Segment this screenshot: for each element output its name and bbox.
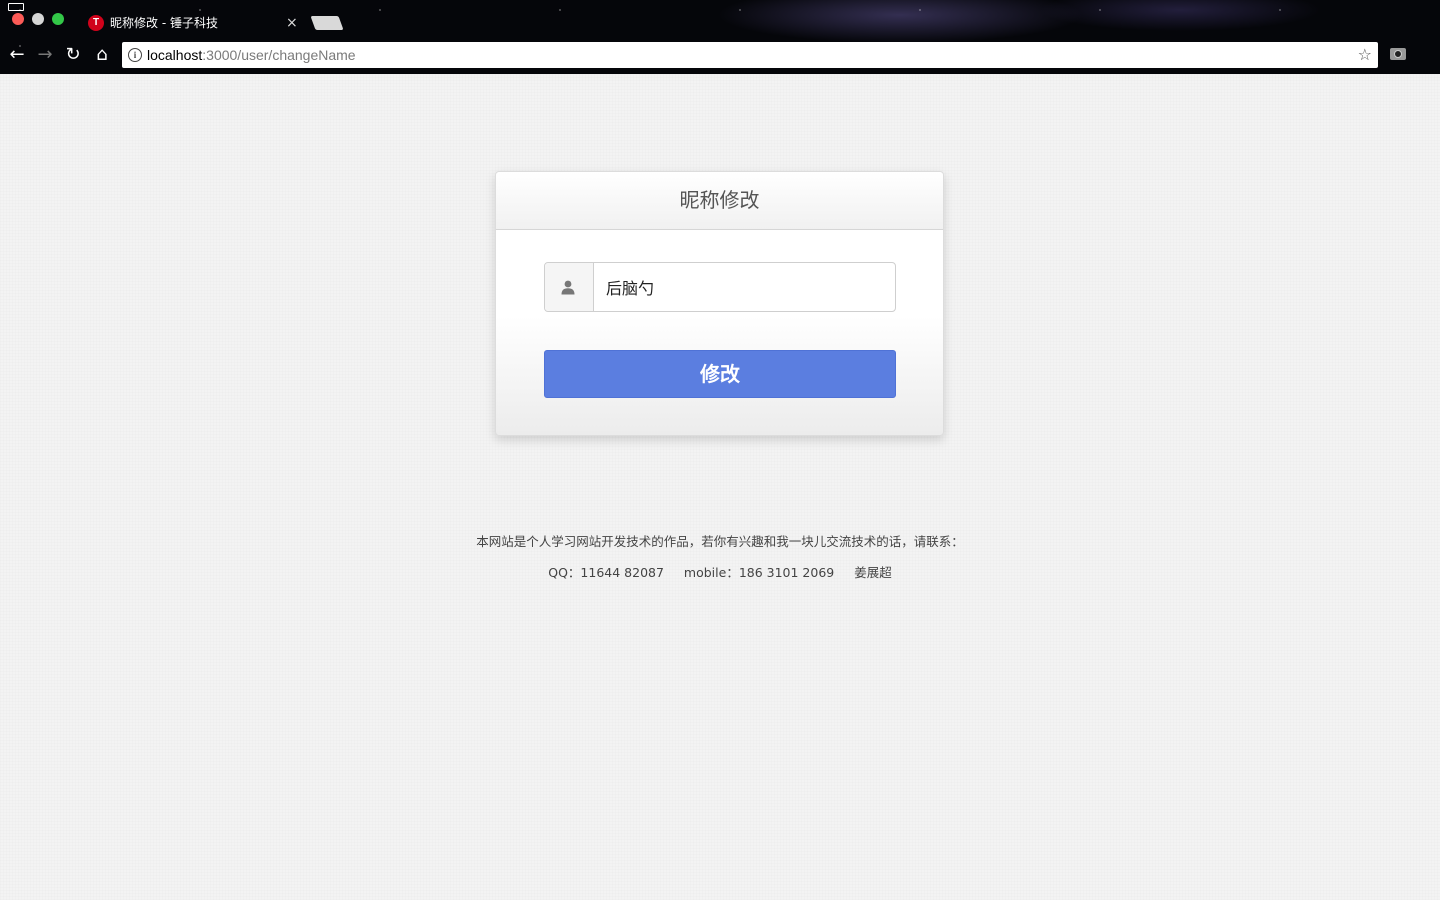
browser-toolbar: ← → ↻ ⌂ i localhost:3000/user/changeName… bbox=[0, 38, 1440, 72]
home-icon[interactable]: ⌂ bbox=[92, 44, 112, 66]
browser-tab[interactable]: T 昵称修改 - 锤子科技 × bbox=[78, 6, 310, 38]
maximize-window-button[interactable] bbox=[52, 13, 64, 25]
submit-button[interactable]: 修改 bbox=[544, 350, 896, 398]
page-content: 昵称修改 修改 本网站是个人学习网站开发技术的作品，若你有兴趣和我一块儿交流技术… bbox=[0, 74, 1440, 900]
footer-name: 姜展超 bbox=[854, 565, 892, 580]
footer-contact: QQ：11644 82087 mobile：186 3101 2069 姜展超 bbox=[0, 563, 1440, 583]
star-icon[interactable]: ☆ bbox=[1358, 45, 1372, 65]
address-bar[interactable]: i localhost:3000/user/changeName ☆ bbox=[122, 42, 1378, 68]
back-icon[interactable]: ← bbox=[7, 44, 27, 66]
footer-description: 本网站是个人学习网站开发技术的作品，若你有兴趣和我一块儿交流技术的话，请联系： bbox=[476, 534, 964, 549]
url-text[interactable]: localhost:3000/user/changeName bbox=[147, 46, 356, 64]
tab-close-icon[interactable]: × bbox=[286, 15, 298, 31]
close-window-button[interactable] bbox=[12, 13, 24, 25]
new-tab-button[interactable] bbox=[310, 16, 344, 30]
forward-icon[interactable]: → bbox=[35, 44, 55, 66]
change-nickname-card: 昵称修改 修改 bbox=[495, 171, 944, 436]
page-title: 昵称修改 bbox=[679, 188, 760, 212]
card-header: 昵称修改 bbox=[496, 172, 943, 230]
url-host: localhost bbox=[147, 47, 203, 63]
tab-title: 昵称修改 - 锤子科技 bbox=[110, 16, 218, 30]
footer: 本网站是个人学习网站开发技术的作品，若你有兴趣和我一块儿交流技术的话，请联系： … bbox=[0, 532, 1440, 583]
user-icon bbox=[561, 280, 575, 295]
minimize-window-button[interactable] bbox=[32, 13, 44, 25]
nickname-input[interactable] bbox=[594, 263, 894, 311]
menu-icon[interactable] bbox=[8, 3, 24, 11]
footer-qq: QQ：11644 82087 bbox=[548, 565, 664, 580]
reload-icon[interactable]: ↻ bbox=[63, 44, 83, 66]
input-addon bbox=[545, 263, 594, 311]
tab-favicon-icon: T bbox=[88, 15, 104, 31]
info-icon[interactable]: i bbox=[128, 48, 142, 62]
camera-icon[interactable] bbox=[1390, 48, 1406, 60]
url-path: :3000/user/changeName bbox=[202, 47, 356, 63]
browser-chrome: T 昵称修改 - 锤子科技 × ← → ↻ ⌂ i localhost:3000… bbox=[0, 0, 1440, 74]
footer-mobile: mobile：186 3101 2069 bbox=[683, 565, 835, 580]
nickname-input-group bbox=[544, 262, 896, 312]
